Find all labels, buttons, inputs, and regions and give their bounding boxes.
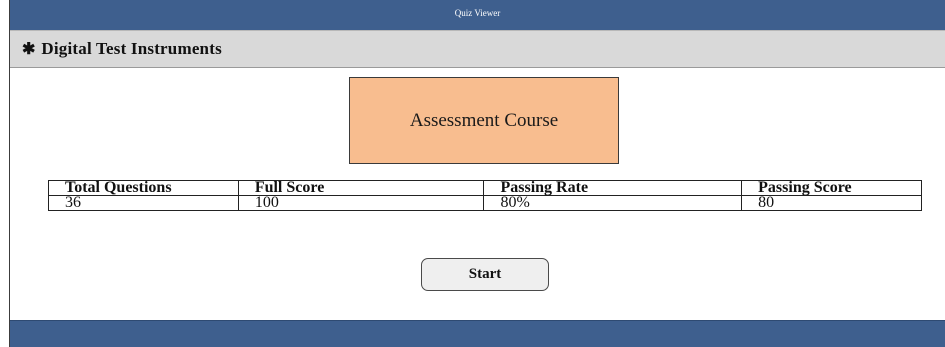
course-title: Assessment Course (409, 109, 559, 131)
value-total-questions: 36 (48, 195, 239, 211)
footer-bar (10, 320, 945, 347)
value-passing-score: 80 (741, 195, 922, 211)
section-title: Digital Test Instruments (41, 39, 222, 58)
start-button[interactable]: Start (421, 258, 549, 291)
asterisk-icon: ✱ (22, 41, 36, 58)
value-full-score: 100 (237, 195, 485, 211)
quiz-viewer-window: Quiz Viewer ✱ Digital Test Instruments A… (9, 0, 945, 347)
window-title: Quiz Viewer (454, 8, 501, 18)
table-row: 36 100 80% 80 (48, 195, 922, 211)
course-title-box: Assessment Course (349, 77, 619, 164)
quiz-stats-table: Total Questions Full Score Passing Rate … (48, 180, 922, 211)
window-titlebar: Quiz Viewer (10, 0, 945, 30)
section-header: ✱ Digital Test Instruments (10, 30, 945, 68)
value-passing-rate: 80% (483, 195, 743, 211)
table-header-row: Total Questions Full Score Passing Rate … (48, 180, 922, 196)
